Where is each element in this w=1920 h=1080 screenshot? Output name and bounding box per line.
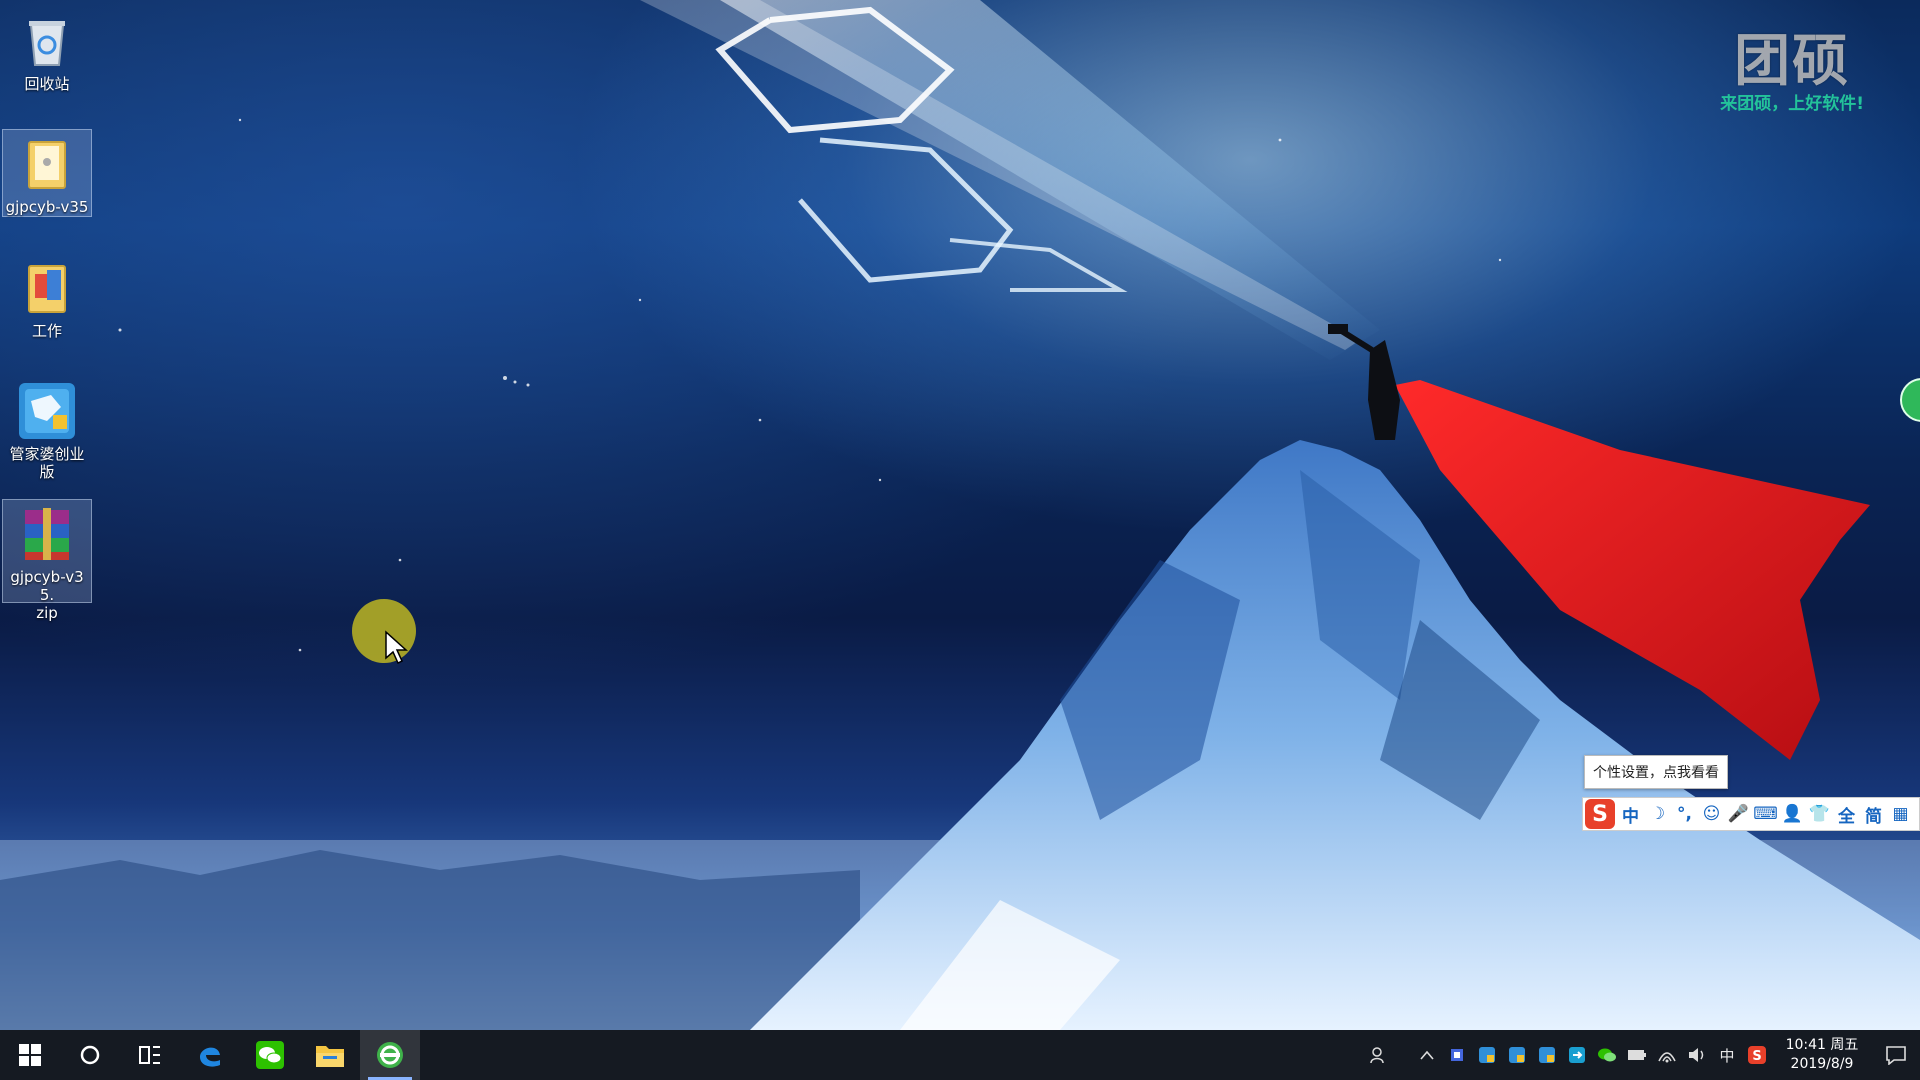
desktop[interactable]: 回收站 gjpcyb-v35 工作 管家婆创业版 gjpcyb-v35. zip… bbox=[0, 0, 1920, 1030]
tray-wechat-icon[interactable] bbox=[1592, 1030, 1622, 1080]
tray-guanjiapo-icon[interactable] bbox=[1532, 1030, 1562, 1080]
desktop-icon-label: 回收站 bbox=[24, 75, 70, 93]
file-explorer-icon bbox=[316, 1046, 344, 1067]
mouse-pointer-icon bbox=[385, 630, 408, 665]
taskbar-app-file-explorer[interactable] bbox=[300, 1030, 360, 1080]
desktop-icon-recycle-bin[interactable]: 回收站 bbox=[2, 6, 92, 94]
desktop-icon-label: 管家婆创业版 bbox=[9, 445, 85, 481]
tray-guanjiapo-icon[interactable] bbox=[1472, 1030, 1502, 1080]
taskbar-app-wechat[interactable] bbox=[240, 1030, 300, 1080]
user-icon[interactable]: 👤 bbox=[1779, 799, 1806, 829]
desktop-icon-label: gjpcyb-v35. zip bbox=[10, 568, 84, 622]
winrar-archive-icon bbox=[25, 508, 69, 560]
wechat-icon bbox=[256, 1041, 284, 1069]
toolbox-grid-icon[interactable]: ▦ bbox=[1887, 799, 1914, 829]
windows-logo-icon bbox=[19, 1044, 41, 1066]
task-view-button[interactable] bbox=[120, 1030, 180, 1080]
microphone-icon[interactable]: 🎤 bbox=[1725, 799, 1752, 829]
edge-browser-icon bbox=[200, 1047, 220, 1067]
skin-shirt-icon[interactable]: 👕 bbox=[1806, 799, 1833, 829]
cortana-circle-icon bbox=[80, 1045, 100, 1065]
clock[interactable]: 10:41 周五 2019/8/9 bbox=[1778, 1036, 1866, 1074]
notification-icon bbox=[1886, 1046, 1906, 1065]
sogou-logo-icon[interactable]: S bbox=[1585, 799, 1615, 829]
half-width-moon-icon[interactable]: ☽ bbox=[1644, 799, 1671, 829]
start-button[interactable] bbox=[0, 1030, 60, 1080]
recycle-bin-icon bbox=[29, 21, 65, 66]
watermark-slogan: 来团硕，上好软件! bbox=[1720, 94, 1864, 114]
full-width-icon[interactable]: 全 bbox=[1833, 799, 1860, 829]
tray-app-square-icon[interactable] bbox=[1442, 1030, 1472, 1080]
emoji-icon[interactable]: ☺ bbox=[1698, 799, 1725, 829]
desktop-icon-gjpcyb-folder[interactable]: gjpcyb-v35 bbox=[2, 129, 92, 217]
chinese-mode-icon[interactable]: 中 bbox=[1617, 799, 1644, 829]
desktop-icon-guanjiapo[interactable]: 管家婆创业版 bbox=[2, 376, 92, 482]
guanjiapo-app-icon bbox=[19, 383, 75, 439]
watermark-brand: 团硕 bbox=[1734, 29, 1851, 94]
search-button[interactable] bbox=[60, 1030, 120, 1080]
360-browser-icon bbox=[377, 1042, 403, 1068]
desktop-icon-work-folder[interactable]: 工作 bbox=[2, 253, 92, 341]
battery-icon[interactable] bbox=[1622, 1030, 1652, 1080]
punctuation-icon[interactable]: °, bbox=[1671, 799, 1698, 829]
taskbar-app-360-browser[interactable] bbox=[360, 1030, 420, 1080]
taskbar-app-edge[interactable] bbox=[180, 1030, 240, 1080]
action-center-button[interactable] bbox=[1872, 1030, 1920, 1080]
tray-teamviewer-icon[interactable] bbox=[1562, 1030, 1592, 1080]
desktop-icon-label: gjpcyb-v35 bbox=[5, 198, 89, 216]
ime-tooltip: 个性设置，点我看看 bbox=[1584, 755, 1728, 789]
simplified-icon[interactable]: 简 bbox=[1860, 799, 1887, 829]
watermark-logo: 团硕 来团硕，上好软件! bbox=[1720, 29, 1864, 115]
clock-time: 10:41 周五 bbox=[1785, 1037, 1859, 1053]
ime-toolbar[interactable]: S 中 ☽ °, ☺ 🎤 ⌨ 👤 👕 全 简 ▦ bbox=[1582, 797, 1920, 831]
desktop-icon-label: 工作 bbox=[31, 322, 62, 340]
clock-date: 2019/8/9 bbox=[1790, 1056, 1854, 1072]
chevron-up-icon[interactable] bbox=[1412, 1030, 1442, 1080]
tray-guanjiapo-icon[interactable] bbox=[1502, 1030, 1532, 1080]
wallpaper bbox=[0, 0, 1920, 1030]
input-language-indicator[interactable]: 中 bbox=[1712, 1030, 1742, 1080]
volume-icon[interactable] bbox=[1682, 1030, 1712, 1080]
task-view-icon bbox=[139, 1046, 160, 1064]
taskbar: 中 S 10:41 周五 2019/8/9 bbox=[0, 1030, 1920, 1080]
keyboard-icon[interactable]: ⌨ bbox=[1752, 799, 1779, 829]
desktop-icon-gjpcyb-zip[interactable]: gjpcyb-v35. zip bbox=[2, 499, 92, 622]
people-icon[interactable] bbox=[1364, 1030, 1394, 1080]
folder-document-icon bbox=[28, 265, 66, 313]
svg-text:S: S bbox=[1752, 1049, 1761, 1064]
folder-icon bbox=[28, 141, 66, 189]
system-tray: 中 S 10:41 周五 2019/8/9 bbox=[1364, 1030, 1920, 1080]
sogou-tray-icon[interactable]: S bbox=[1742, 1030, 1772, 1080]
wifi-icon[interactable] bbox=[1652, 1030, 1682, 1080]
